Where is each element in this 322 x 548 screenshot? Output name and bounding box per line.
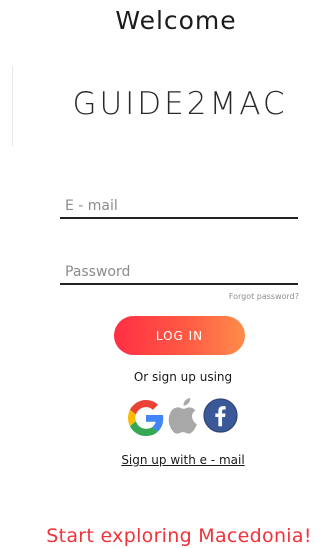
page-title: Welcome	[115, 6, 237, 35]
facebook-icon[interactable]	[203, 398, 238, 433]
svg-text:GUIDE2MAC: GUIDE2MAC	[72, 86, 287, 120]
email-underline	[60, 217, 298, 219]
email-field-wrapper	[60, 195, 298, 219]
email-field[interactable]	[60, 196, 298, 216]
social-signup-prompt: Or sign up using	[133, 370, 233, 384]
guide2mac-logo: GUIDE2MAC	[72, 86, 287, 120]
tagline: Start exploring Macedonia!	[46, 525, 312, 547]
panel-edge-divider	[12, 66, 13, 146]
apple-icon[interactable]	[168, 396, 200, 434]
signup-email-link[interactable]: Sign up with e - mail	[0, 453, 322, 467]
password-field-wrapper	[60, 261, 298, 285]
password-field[interactable]	[60, 262, 298, 282]
forgot-password-link[interactable]: Forgot password?	[229, 292, 299, 301]
google-icon[interactable]	[128, 400, 164, 436]
login-button[interactable]: LOG IN	[114, 316, 245, 355]
password-underline	[60, 283, 298, 285]
